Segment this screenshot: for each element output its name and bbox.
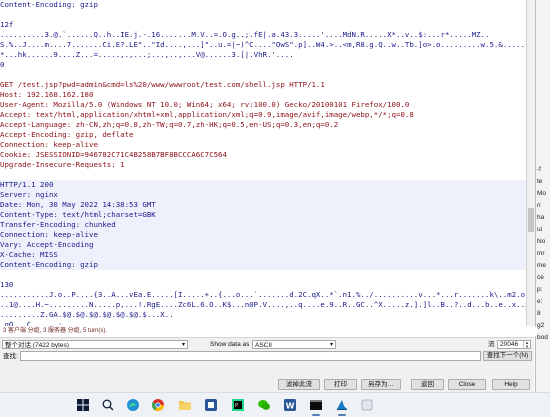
back-button[interactable]: 返回 bbox=[411, 379, 444, 390]
follow-stream-controls: 整个对话 (7422 bytes) ▾ Show data as ASCII ▾… bbox=[0, 337, 534, 392]
stream-number-label: 流 bbox=[488, 341, 495, 348]
response-line bbox=[0, 270, 526, 280]
background-window-edge: -f te Mo ri ha ui No mr me ce p: e: 8 g2 bod bbox=[535, 0, 550, 392]
background-window-text: Mo bbox=[537, 190, 547, 197]
response-line: Vary: Accept-Encoding bbox=[0, 240, 526, 250]
request-line: Accept-Encoding: gzip, deflate bbox=[0, 130, 134, 139]
background-window-text: No bbox=[537, 238, 546, 245]
response-line bbox=[0, 10, 526, 20]
background-window-text: p: bbox=[537, 286, 543, 293]
pycharm-icon[interactable]: P bbox=[231, 398, 245, 412]
request-line: Connection: keep-alive bbox=[0, 140, 98, 149]
conversation-select-value: 整个对话 (7422 bytes) bbox=[5, 342, 69, 349]
wireshark-icon[interactable] bbox=[335, 398, 349, 416]
chevron-down-icon: ▾ bbox=[329, 342, 333, 348]
help-button[interactable]: Help bbox=[492, 379, 530, 390]
response-line: ...........J.o..P....{3..A...vEa.E.....[… bbox=[0, 290, 526, 299]
spin-arrows-icon[interactable]: ▲ ▼ bbox=[523, 341, 530, 348]
background-window-text: te bbox=[537, 178, 543, 185]
response-line: Content-Encoding: gzip bbox=[0, 260, 526, 270]
save-as-button[interactable]: 另存为… bbox=[361, 379, 401, 390]
edge-icon[interactable] bbox=[126, 398, 140, 412]
find-input[interactable] bbox=[20, 351, 481, 361]
show-data-label: Show data as bbox=[210, 341, 250, 348]
response-line: 12f bbox=[0, 20, 14, 29]
request-line: Cookie: JSESSIONID=946782C71C4B258B7BF8B… bbox=[0, 150, 227, 159]
request-line: Accept: text/html,application/xhtml+xml,… bbox=[0, 110, 414, 119]
background-window-text: -f bbox=[537, 166, 541, 173]
response-line: Date: Mon, 30 May 2022 14:38:53 GMT bbox=[0, 200, 526, 210]
stream-gap bbox=[0, 70, 526, 80]
request-line: Upgrade-Insecure-Requests: 1 bbox=[0, 160, 125, 169]
app-icon[interactable] bbox=[204, 398, 218, 412]
response-line: .gQ...C......: ... bbox=[0, 320, 85, 326]
find-next-button[interactable]: 查找下一个(N) bbox=[483, 351, 532, 361]
app-icon[interactable] bbox=[360, 398, 374, 412]
windows-taskbar: P W bbox=[0, 392, 550, 417]
background-window-text: g2 bbox=[537, 322, 545, 329]
response-line: ..1@....H.~.........N.....p,...!.RgE....… bbox=[0, 300, 526, 309]
windows-icon[interactable] bbox=[76, 398, 90, 412]
filter-out-button[interactable]: 滤掉此流 bbox=[278, 379, 320, 390]
request-line: GET /test.jsp?pwd=admin&cmd=ls%20/www/ww… bbox=[0, 80, 325, 89]
show-data-select[interactable]: ASCII ▾ bbox=[252, 340, 336, 349]
background-window-text: ri bbox=[537, 202, 541, 209]
wechat-icon[interactable] bbox=[257, 398, 271, 412]
request-line: Host: 192.168.162.180 bbox=[0, 90, 94, 99]
print-button[interactable]: 打印 bbox=[324, 379, 357, 390]
svg-text:W: W bbox=[286, 402, 295, 411]
response-line: Content-Encoding: gzip bbox=[0, 0, 98, 9]
response-line: Transfer-Encoding: chunked bbox=[0, 220, 526, 230]
background-window-text: ce bbox=[537, 274, 544, 281]
svg-text:P: P bbox=[235, 403, 238, 409]
response-line: 0 bbox=[0, 60, 5, 69]
background-window-text: mr bbox=[537, 250, 545, 257]
search-icon[interactable] bbox=[101, 398, 115, 412]
show-data-value: ASCII bbox=[255, 342, 272, 349]
stream-status-text: 3 客户端 分组, 3 服务器 分组, 5 turn(s). bbox=[0, 327, 537, 336]
stream-content-pane[interactable]: Content-Encoding: gzip 12f ..........3.@.`… bbox=[0, 0, 526, 326]
response-line: *...hk......9....Z...=.....,.,...;...,..… bbox=[0, 50, 294, 59]
response-line: ..........3.@.`......Q..h..IE.j.-.16....… bbox=[0, 30, 490, 39]
word-icon[interactable]: W bbox=[283, 398, 297, 412]
response-line: .........Z.GA.$@.$@.$@.$@.$@.$@.$...X.. bbox=[0, 310, 174, 319]
response-line: Content-Type: text/html;charset=GBK bbox=[0, 210, 526, 220]
folder-icon[interactable] bbox=[178, 398, 192, 412]
stream-scrollbar[interactable] bbox=[526, 0, 535, 326]
response-line: S.%..J....m....7.......Ci.E?.LE".."Id...… bbox=[0, 40, 526, 49]
background-window-text: bod bbox=[537, 334, 548, 341]
stream-gap bbox=[0, 170, 526, 180]
background-window-text: ui bbox=[537, 226, 543, 233]
chevron-down-icon: ▾ bbox=[181, 342, 185, 348]
background-window-text: e: bbox=[537, 298, 543, 305]
find-label: 查找: bbox=[3, 353, 18, 360]
response-line: 130 bbox=[0, 280, 14, 289]
background-window-text: me bbox=[537, 262, 547, 269]
response-line: Connection: keep-alive bbox=[0, 230, 526, 240]
background-window-text: 8 bbox=[537, 310, 541, 317]
chrome-icon[interactable] bbox=[151, 398, 165, 412]
response-line: Server: nginx bbox=[0, 190, 526, 200]
stream-number-value: 20046 bbox=[500, 341, 519, 348]
request-line: User-Agent: Mozilla/5.0 (Windows NT 10.0… bbox=[0, 100, 410, 109]
response-line: X-Cache: MISS bbox=[0, 250, 526, 260]
terminal-icon[interactable] bbox=[309, 398, 323, 416]
response-line: HTTP/1.1 200 bbox=[0, 180, 526, 190]
background-window-text: ha bbox=[537, 214, 545, 221]
stream-number-spinbox[interactable]: 20046 ▲ ▼ bbox=[497, 340, 531, 349]
conversation-select[interactable]: 整个对话 (7422 bytes) ▾ bbox=[2, 340, 188, 349]
scrollbar-thumb[interactable] bbox=[528, 208, 534, 232]
request-line: Accept-Language: zh-CN,zh;q=0.8,zh-TW;q=… bbox=[0, 120, 339, 129]
close-button[interactable]: Close bbox=[448, 379, 486, 390]
